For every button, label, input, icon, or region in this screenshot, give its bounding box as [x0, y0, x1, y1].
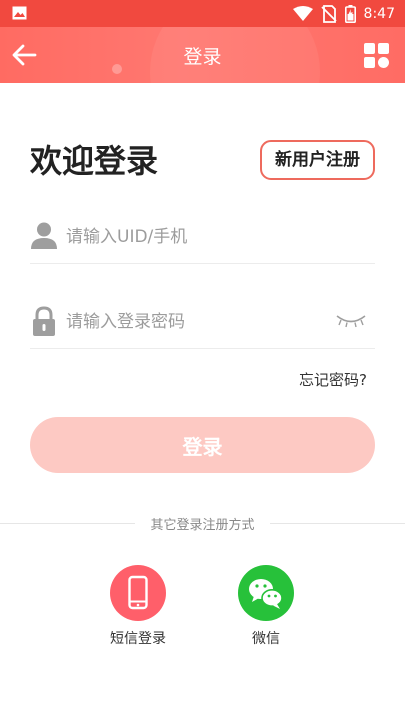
register-button[interactable]: 新用户注册 [260, 140, 375, 180]
welcome-heading: 欢迎登录 [30, 142, 159, 180]
sms-login-option[interactable]: 短信登录 [98, 565, 178, 648]
wechat-login-option[interactable]: 微信 [226, 565, 306, 648]
wechat-login-button[interactable] [238, 565, 294, 621]
divider-line-right [270, 523, 405, 524]
sms-login-button[interactable] [110, 565, 166, 621]
app-bar: 登录 [0, 27, 405, 83]
other-methods-divider: 其它登录注册方式 [0, 512, 405, 534]
sms-login-label: 短信登录 [110, 631, 166, 647]
uid-field [30, 214, 375, 264]
forgot-password-link[interactable]: 忘记密码? [299, 369, 367, 390]
password-input[interactable] [66, 307, 356, 337]
page-title: 登录 [183, 46, 222, 68]
wechat-login-label: 微信 [252, 631, 280, 647]
status-time: 8:47 [363, 6, 395, 22]
user-icon [31, 222, 57, 249]
phone-icon [128, 575, 148, 610]
grid-icon[interactable] [364, 43, 389, 68]
lock-icon [33, 306, 55, 336]
password-field [30, 299, 375, 349]
wechat-icon [249, 579, 283, 609]
login-button[interactable]: 登录 [30, 417, 375, 473]
no-sim-icon [320, 5, 337, 23]
eye-closed-icon[interactable] [335, 313, 367, 329]
status-bar: 8:47 [0, 0, 405, 27]
uid-input[interactable] [66, 222, 356, 252]
gallery-icon [12, 6, 27, 20]
wifi-icon [292, 6, 313, 21]
battery-icon [344, 5, 356, 23]
